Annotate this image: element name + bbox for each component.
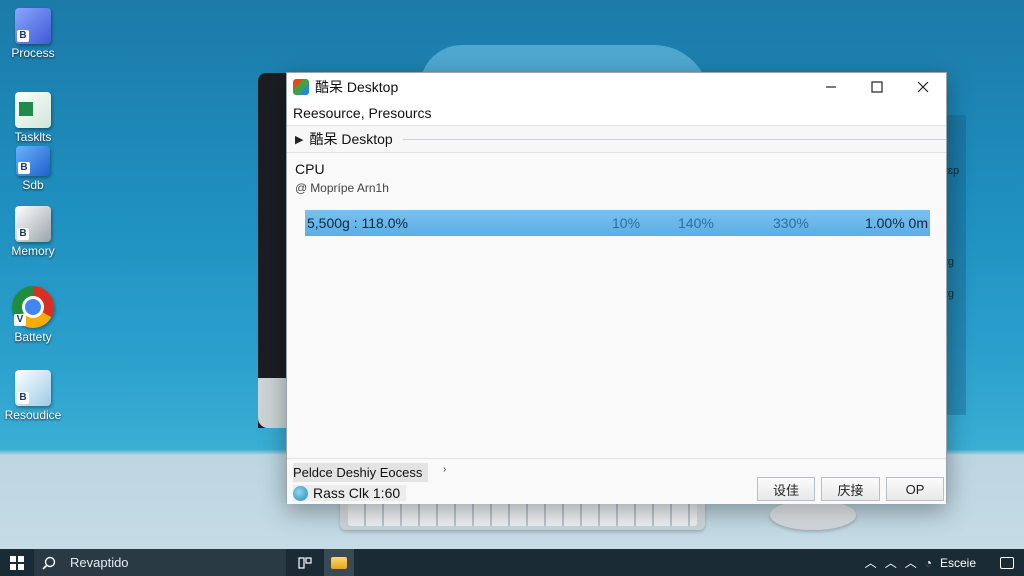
tree-row-label: 酷呆 Desktop [309, 131, 393, 147]
desktop-icon-process[interactable]: B Process [4, 8, 62, 60]
close-icon [917, 81, 929, 93]
section-subtitle-text: Moprípe Arn1h [310, 181, 389, 195]
system-tray: ︿ ︿ ︿ ◔ Esceie [865, 554, 1024, 571]
title-bar[interactable]: 酷呆 Desktop [287, 73, 946, 101]
dialog-button-ok[interactable]: OP [886, 477, 944, 501]
desktop-icon-label: Memory [11, 244, 55, 258]
network-icon[interactable]: ◔ [925, 556, 932, 570]
cpu-bar-tick: 330% [773, 215, 809, 231]
status-line-1[interactable]: Peldce Deshiy Eocess [293, 463, 429, 482]
taskbar: Revaptido ︿ ︿ ︿ ◔ Esceie [0, 549, 1024, 576]
resource-icon: B [15, 370, 51, 406]
cpu-usage-bar[interactable]: 5,500g : 118.0% 10% 140% 330% 1.00% 0m [305, 210, 930, 236]
desktop-icon-sdb[interactable]: B Sdb [4, 146, 62, 192]
windows-logo-icon [10, 555, 24, 570]
cpu-bar-tick: 10% [612, 215, 641, 231]
start-button[interactable] [0, 549, 34, 576]
status-line-2[interactable]: Rass Clk 1:60 [293, 485, 407, 501]
minimize-icon [826, 86, 836, 88]
desktop-icon-label: Battety [14, 330, 52, 344]
cpu-bar-tick: 140% [678, 215, 714, 231]
at-icon: @ [295, 181, 308, 195]
section-subtitle: @ Moprípe Arn1h [287, 177, 946, 195]
icon-badge: B [18, 162, 30, 174]
search-icon [42, 556, 56, 570]
status-area: Peldce Deshiy Eocess › Rass Clk 1:60 设佳 … [287, 458, 946, 504]
folder-icon [331, 556, 347, 569]
tree-row-desktop[interactable]: ▶ 酷呆 Desktop [287, 125, 946, 153]
search-text: Revaptido [70, 555, 129, 570]
desktop-icon-resource[interactable]: B Resoudice [4, 370, 62, 422]
memory-icon: B [15, 206, 51, 242]
desktop-icon-label: Resoudice [4, 408, 62, 422]
resource-window: 酷呆 Desktop Reesource, Presourcs ▶ 酷呆 Des… [286, 72, 947, 504]
window-title: 酷呆 Desktop [315, 79, 399, 95]
notification-icon[interactable] [1000, 556, 1014, 569]
desktop-icon-label: Sdb [22, 178, 44, 192]
app-logo-icon [293, 79, 309, 95]
minimize-button[interactable] [808, 73, 854, 101]
desktop-icon-memory[interactable]: B Memory [4, 206, 62, 258]
section-title-cpu: CPU [295, 161, 325, 177]
sdb-icon: B [16, 146, 50, 176]
process-icon: B [15, 8, 51, 44]
dialog-button-1[interactable]: 设佳 [757, 477, 815, 501]
desktop-icon-tasks[interactable]: Tasklts [4, 92, 62, 144]
desktop-icon-label: Tasklts [14, 130, 52, 144]
status-globe-icon [293, 485, 308, 501]
chevron-up-icon[interactable]: ︿ [905, 554, 917, 571]
maximize-button[interactable] [854, 73, 900, 101]
chevron-up-icon[interactable]: ︿ [865, 554, 877, 571]
icon-badge: B [17, 30, 29, 42]
cpu-bar-end-value: 1.00% 0m [864, 215, 928, 231]
chevron-up-icon[interactable]: ︿ [885, 554, 897, 571]
divider [402, 138, 946, 140]
dialog-button-2[interactable]: 庆接 [821, 477, 880, 501]
expand-arrow-icon[interactable]: ▶ [295, 133, 303, 146]
icon-badge: B [17, 228, 29, 240]
status-line-2-text: Rass Clk 1:60 [313, 485, 401, 501]
resource-menu-label[interactable]: Reesource, Presourcs [287, 101, 946, 125]
close-button[interactable] [900, 73, 946, 101]
icon-badge: B [17, 392, 29, 404]
desktop-icon-battery[interactable]: V Battety [4, 286, 62, 344]
taskbar-explorer-button[interactable] [324, 549, 354, 576]
mouse-image [770, 500, 856, 530]
taskbar-search[interactable]: Revaptido [34, 549, 286, 576]
desktop-icon-label: Process [11, 46, 55, 60]
task-view-icon [298, 556, 312, 569]
caret-right-icon: › [443, 464, 447, 475]
tray-text[interactable]: Esceie [940, 556, 976, 570]
task-view-button[interactable] [290, 549, 320, 576]
maximize-icon [871, 81, 883, 93]
chrome-icon: V [12, 286, 54, 328]
icon-badge: V [14, 314, 26, 326]
cpu-bar-lead-value: 5,500g : 118.0% [307, 215, 408, 231]
tasks-icon [15, 92, 51, 128]
